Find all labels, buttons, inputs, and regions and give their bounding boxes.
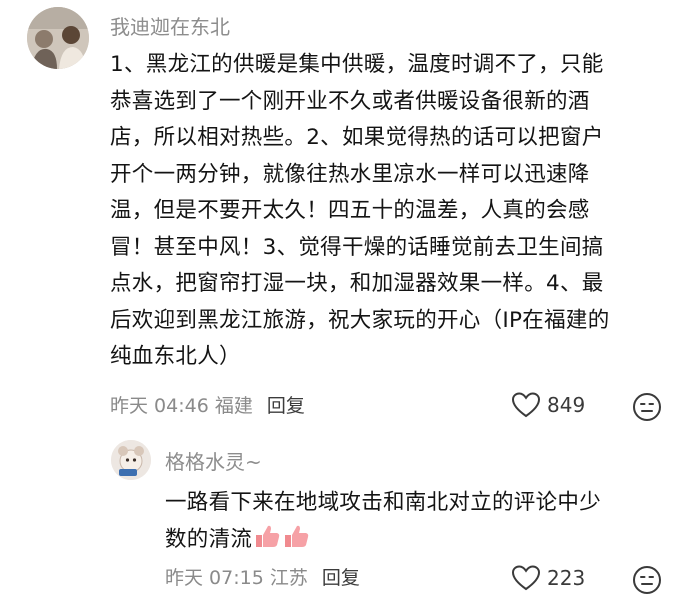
comment-line: 纯血东北人） bbox=[110, 344, 241, 369]
comment-line: 店，所以相对热些。2、如果觉得热的话可以把窗户 bbox=[110, 125, 604, 150]
thumbs-up-emoji bbox=[282, 523, 310, 562]
reply-avatar[interactable] bbox=[111, 440, 151, 480]
thumbs-up-emoji bbox=[253, 523, 281, 562]
reply-time-location: 昨天 07:15 江苏 bbox=[165, 567, 308, 589]
comment-line: 后欢迎到黑龙江旅游，祝大家玩的开心（IP在福建的 bbox=[110, 307, 610, 333]
comment-time-location: 昨天 04:46 福建 bbox=[110, 395, 253, 417]
emoji-face-icon[interactable] bbox=[632, 565, 662, 595]
heart-outline-icon bbox=[511, 565, 541, 591]
reply-author[interactable]: 格格水灵~ bbox=[165, 450, 262, 474]
comment-text: 1、黑龙江的供暖是集中供暖，温度时调不了，只能 恭喜选到了一个刚开业不久或者供暖… bbox=[110, 47, 670, 376]
reply-meta: 昨天 07:15 江苏 回复 bbox=[165, 566, 360, 590]
like-button[interactable]: 849 bbox=[511, 391, 585, 419]
like-count: 849 bbox=[547, 393, 586, 417]
heart-outline-icon bbox=[511, 392, 541, 418]
comment-line: 点水，把窗帘打湿一块，和加湿器效果一样。4、最 bbox=[110, 271, 604, 296]
comment-author[interactable]: 我迪迦在东北 bbox=[110, 15, 230, 39]
reply-like-count: 223 bbox=[547, 566, 586, 590]
comment-line: 1、黑龙江的供暖是集中供暖，温度时调不了，只能 bbox=[110, 52, 604, 77]
reply-line: 数的清流 bbox=[165, 526, 253, 552]
reply-like-button[interactable]: 223 bbox=[511, 564, 585, 592]
comment-meta: 昨天 04:46 福建 回复 bbox=[110, 394, 305, 418]
comment-line: 开个一两分钟，就像往热水里凉水一样可以迅速降 bbox=[110, 161, 590, 187]
comment-line: 冒！甚至中风！3、觉得干燥的话睡觉前去卫生间搞 bbox=[110, 234, 604, 260]
comment-line: 恭喜选到了一个刚开业不久或者供暖设备很新的酒 bbox=[110, 88, 590, 114]
reply-text: 一路看下来在地域攻击和南北对立的评论中少 数的清流 bbox=[165, 485, 665, 561]
emoji-face-icon[interactable] bbox=[632, 392, 662, 422]
comment-line: 温，但是不要开太久！四五十的温差，人真的会感 bbox=[110, 198, 590, 223]
avatar[interactable] bbox=[27, 7, 89, 69]
reply-reply-button[interactable]: 回复 bbox=[322, 567, 360, 589]
reply-line: 一路看下来在地域攻击和南北对立的评论中少 bbox=[165, 490, 602, 515]
reply-button[interactable]: 回复 bbox=[267, 395, 305, 417]
reply-line-with-emoji: 数的清流 bbox=[165, 522, 665, 562]
